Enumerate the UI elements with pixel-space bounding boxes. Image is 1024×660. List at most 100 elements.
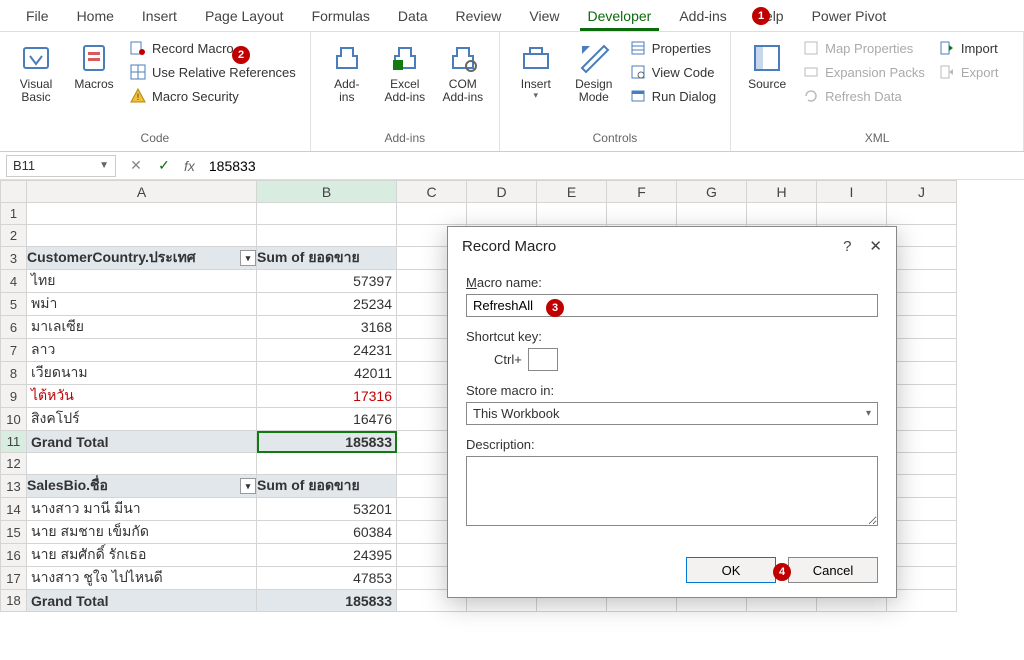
cell-J7[interactable]	[887, 339, 957, 362]
name-box[interactable]: B11 ▼	[6, 155, 116, 177]
cell-A7[interactable]: ลาว	[27, 339, 257, 362]
cell-A1[interactable]	[27, 203, 257, 225]
cell-B16[interactable]: 24395	[257, 544, 397, 567]
description-input[interactable]	[466, 456, 878, 526]
cell-A9[interactable]: ไต้หวัน	[27, 385, 257, 408]
cell-J11[interactable]	[887, 431, 957, 453]
export-button[interactable]: Export	[935, 62, 1003, 82]
cell-B7[interactable]: 24231	[257, 339, 397, 362]
cell-F1[interactable]	[607, 203, 677, 225]
cell-H1[interactable]	[747, 203, 817, 225]
cell-J13[interactable]	[887, 475, 957, 498]
row-header-11[interactable]: 11	[1, 431, 27, 453]
cell-B13[interactable]: Sum of ยอดขาย	[257, 475, 397, 498]
select-all-corner[interactable]	[1, 181, 27, 203]
cell-J5[interactable]	[887, 293, 957, 316]
cell-B14[interactable]: 53201	[257, 498, 397, 521]
cell-J3[interactable]	[887, 247, 957, 270]
cell-J16[interactable]	[887, 544, 957, 567]
view-code-button[interactable]: View Code	[626, 62, 720, 82]
cell-A6[interactable]: มาเลเซีย	[27, 316, 257, 339]
map-properties-button[interactable]: Map Properties	[799, 38, 929, 58]
formula-input[interactable]	[201, 158, 1024, 174]
cell-A13[interactable]: SalesBio.ชื่อ▾	[27, 475, 257, 498]
cell-B15[interactable]: 60384	[257, 521, 397, 544]
tab-file[interactable]: File	[12, 2, 63, 30]
cell-B3[interactable]: Sum of ยอดขาย	[257, 247, 397, 270]
row-header-14[interactable]: 14	[1, 498, 27, 521]
ok-button[interactable]: OK	[686, 557, 776, 583]
cell-B9[interactable]: 17316	[257, 385, 397, 408]
cell-J12[interactable]	[887, 453, 957, 475]
cell-J4[interactable]	[887, 270, 957, 293]
column-header-H[interactable]: H	[747, 181, 817, 203]
visual-basic-button[interactable]: Visual Basic	[10, 38, 62, 108]
row-header-13[interactable]: 13	[1, 475, 27, 498]
column-header-J[interactable]: J	[887, 181, 957, 203]
cell-J17[interactable]	[887, 567, 957, 590]
cell-D1[interactable]	[467, 203, 537, 225]
cell-B18[interactable]: 185833	[257, 590, 397, 612]
cell-B2[interactable]	[257, 225, 397, 247]
run-dialog-button[interactable]: Run Dialog	[626, 86, 720, 106]
tab-power-pivot[interactable]: Power Pivot	[798, 2, 901, 30]
use-relative-refs-button[interactable]: Use Relative References	[126, 62, 300, 82]
help-button[interactable]: ?	[843, 238, 851, 255]
column-header-G[interactable]: G	[677, 181, 747, 203]
row-header-8[interactable]: 8	[1, 362, 27, 385]
macro-name-input[interactable]	[466, 294, 878, 317]
cell-B11[interactable]: 185833	[257, 431, 397, 453]
cell-B12[interactable]	[257, 453, 397, 475]
cell-B6[interactable]: 3168	[257, 316, 397, 339]
column-header-E[interactable]: E	[537, 181, 607, 203]
cell-J18[interactable]	[887, 590, 957, 612]
row-header-15[interactable]: 15	[1, 521, 27, 544]
cell-B4[interactable]: 57397	[257, 270, 397, 293]
close-icon[interactable]: ✕	[869, 237, 882, 255]
cell-A8[interactable]: เวียดนาม	[27, 362, 257, 385]
macro-security-button[interactable]: ! Macro Security	[126, 86, 300, 106]
tab-formulas[interactable]: Formulas	[298, 2, 384, 30]
filter-icon[interactable]: ▾	[240, 478, 256, 494]
row-header-18[interactable]: 18	[1, 590, 27, 612]
store-macro-select[interactable]: This Workbook ▾	[466, 402, 878, 425]
excel-addins-button[interactable]: Excel Add-ins	[379, 38, 431, 108]
row-header-1[interactable]: 1	[1, 203, 27, 225]
cancel-button[interactable]: Cancel	[788, 557, 878, 583]
tab-view[interactable]: View	[515, 2, 573, 30]
fx-label[interactable]: fx	[184, 158, 195, 174]
tab-developer[interactable]: Developer	[574, 2, 666, 30]
cell-A12[interactable]	[27, 453, 257, 475]
cell-G1[interactable]	[677, 203, 747, 225]
cell-J9[interactable]	[887, 385, 957, 408]
refresh-data-button[interactable]: Refresh Data	[799, 86, 929, 106]
tab-page-layout[interactable]: Page Layout	[191, 2, 298, 30]
row-header-5[interactable]: 5	[1, 293, 27, 316]
cell-J14[interactable]	[887, 498, 957, 521]
addins-button[interactable]: Add- ins	[321, 38, 373, 108]
com-addins-button[interactable]: COM Add-ins	[437, 38, 489, 108]
cell-A3[interactable]: CustomerCountry.ประเทศ▾	[27, 247, 257, 270]
design-mode-button[interactable]: Design Mode	[568, 38, 620, 108]
cell-A16[interactable]: นาย สมศักดิ์ รักเธอ	[27, 544, 257, 567]
cell-C1[interactable]	[397, 203, 467, 225]
cell-A10[interactable]: สิงคโปร์	[27, 408, 257, 431]
properties-button[interactable]: Properties	[626, 38, 720, 58]
cell-J6[interactable]	[887, 316, 957, 339]
column-header-A[interactable]: A	[27, 181, 257, 203]
enter-formula-button[interactable]: ✓	[150, 157, 178, 174]
cell-A2[interactable]	[27, 225, 257, 247]
cell-B8[interactable]: 42011	[257, 362, 397, 385]
tab-addins[interactable]: Add-ins	[665, 2, 740, 30]
row-header-6[interactable]: 6	[1, 316, 27, 339]
column-header-B[interactable]: B	[257, 181, 397, 203]
row-header-10[interactable]: 10	[1, 408, 27, 431]
cell-J1[interactable]	[887, 203, 957, 225]
cell-J10[interactable]	[887, 408, 957, 431]
row-header-7[interactable]: 7	[1, 339, 27, 362]
cell-E1[interactable]	[537, 203, 607, 225]
row-header-2[interactable]: 2	[1, 225, 27, 247]
tab-data[interactable]: Data	[384, 2, 442, 30]
cell-B1[interactable]	[257, 203, 397, 225]
cell-B10[interactable]: 16476	[257, 408, 397, 431]
